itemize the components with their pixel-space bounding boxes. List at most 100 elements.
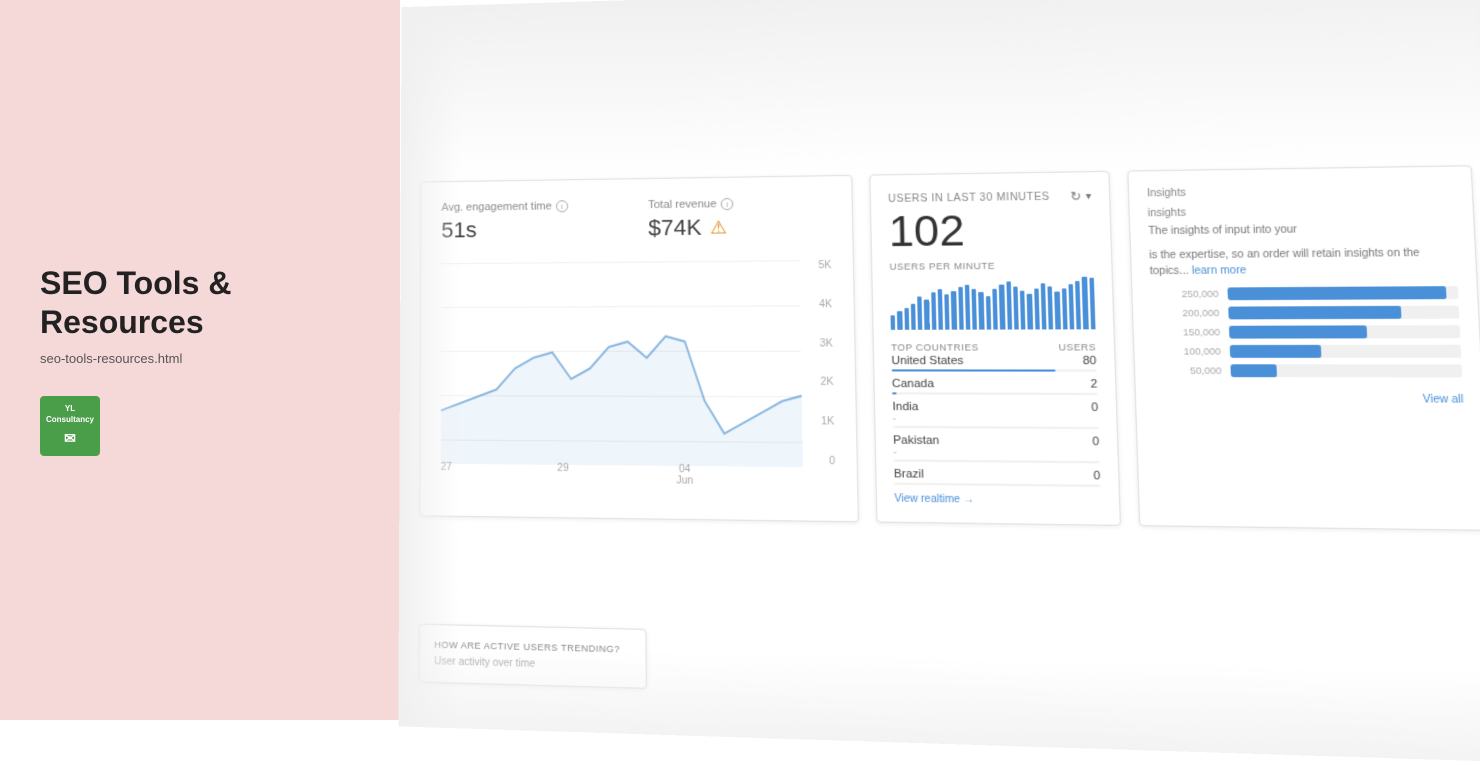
view-realtime-link[interactable]: View realtime →: [894, 493, 1101, 507]
bar-item: [979, 292, 985, 329]
bar-item: [958, 286, 964, 329]
horiz-bar-row: 250,000: [1150, 286, 1458, 301]
info-icon: i: [556, 200, 568, 212]
country-name: Pakistan: [893, 434, 939, 447]
metric-revenue: Total revenue i $74K ⚠: [648, 197, 831, 242]
horiz-bar-label: 100,000: [1152, 346, 1221, 357]
users-header-label: USERS IN LAST 30 MINUTES: [888, 191, 1050, 205]
metric-engagement: Avg. engagement time i 51s: [441, 200, 617, 244]
insights-text1: The insights of input into your: [1148, 220, 1455, 239]
country-users: 0: [1092, 435, 1099, 448]
users-count: 102: [888, 208, 1093, 254]
bar-item: [1089, 278, 1095, 329]
country-name: Canada: [892, 378, 934, 391]
country-sub: -: [893, 413, 1099, 425]
chart-svg-area: [441, 260, 803, 467]
country-users: 0: [1091, 401, 1098, 414]
logo-card: YL Consultancy ✉: [40, 396, 100, 456]
bar-item: [891, 315, 896, 330]
country-row: Pakistan 0 -: [893, 434, 1100, 463]
bar-item: [904, 308, 909, 330]
view-all-link[interactable]: View all: [1422, 394, 1463, 406]
horiz-bar-row: 150,000: [1152, 325, 1461, 339]
line-chart: 5K 4K 3K 2K 1K 0: [441, 260, 836, 488]
country-name: India: [892, 401, 918, 414]
bar-item: [986, 296, 992, 330]
bar-item: [911, 304, 916, 330]
bar-item: [1013, 286, 1019, 329]
analytics-grid: Avg. engagement time i 51s Total revenue…: [419, 164, 1480, 533]
warning-icon: ⚠: [710, 217, 727, 238]
country-row: Canada 2: [892, 378, 1098, 395]
horiz-bar-label: 50,000: [1153, 365, 1222, 376]
bar-item: [972, 289, 978, 330]
logo-text: YL Consultancy: [40, 404, 100, 425]
panel-metrics: Avg. engagement time i 51s Total revenue…: [441, 197, 831, 244]
bar-item: [992, 289, 998, 330]
page-title: SEO Tools & Resources: [40, 264, 360, 341]
page-url: seo-tools-resources.html: [40, 351, 360, 366]
bar-item: [897, 311, 902, 330]
bar-item: [1062, 288, 1068, 329]
y-axis: 5K 4K 3K 2K 1K 0: [818, 260, 835, 467]
x-axis: 27 29 04 Jun: [441, 462, 804, 488]
horiz-bar-track: [1230, 364, 1462, 377]
metric-revenue-value: $74K ⚠: [648, 213, 831, 241]
horiz-bar-track: [1227, 286, 1458, 300]
users-bar-chart: [890, 277, 1096, 330]
bar-item: [1041, 283, 1047, 329]
bar-item: [1020, 291, 1026, 330]
horiz-bar-track: [1228, 306, 1459, 320]
countries-list: United States 80 Canada 2 India 0 - Paki…: [891, 355, 1100, 487]
country-users: 80: [1083, 355, 1097, 368]
bar-item: [924, 300, 929, 330]
bar-item: [1034, 288, 1040, 329]
insights-panel: Insights insights The insights of input …: [1127, 165, 1480, 531]
users-per-minute-label: USERS PER MINUTE: [889, 260, 1093, 272]
refresh-icon[interactable]: ↻: [1070, 189, 1082, 204]
horiz-bar-row: 50,000: [1153, 364, 1462, 377]
bar-item: [938, 289, 944, 330]
country-users: 0: [1093, 470, 1100, 483]
country-row: Brazil 0: [894, 468, 1101, 487]
horiz-bar-track: [1230, 345, 1462, 358]
bar-item: [999, 285, 1005, 330]
logo-icon: ✉: [64, 429, 76, 447]
country-sub: -: [893, 447, 1099, 459]
bar-item: [1082, 277, 1088, 330]
analytics-panel: Avg. engagement time i 51s Total revenue…: [398, 0, 1480, 765]
horiz-bar-label: 250,000: [1150, 289, 1218, 300]
horiz-bar-label: 150,000: [1152, 327, 1221, 338]
horiz-bar-fill: [1230, 364, 1276, 377]
top-countries-header: TOP COUNTRIES USERS: [891, 342, 1096, 353]
horiz-bar-chart: 250,000 200,000 150,000 100,000 50,000: [1150, 286, 1462, 377]
horiz-bar-row: 200,000: [1151, 306, 1459, 320]
metric-revenue-label: Total revenue i: [648, 197, 830, 212]
bar-item: [1068, 284, 1074, 329]
horiz-bar-fill: [1228, 306, 1401, 320]
horiz-bar-fill: [1227, 286, 1446, 300]
horiz-bar-fill: [1230, 345, 1322, 358]
country-users: 2: [1090, 378, 1097, 391]
insights-link[interactable]: learn more: [1192, 265, 1247, 277]
bar-item: [1048, 286, 1054, 330]
bar-item: [965, 285, 971, 330]
insights-title: Insights: [1147, 184, 1453, 200]
users-panel-header: USERS IN LAST 30 MINUTES ↻ ▾: [888, 189, 1092, 206]
users-panel: USERS IN LAST 30 MINUTES ↻ ▾ 102 USERS P…: [869, 171, 1121, 526]
country-name: Brazil: [894, 468, 924, 481]
horiz-bar-track: [1229, 325, 1460, 338]
dropdown-icon[interactable]: ▾: [1086, 190, 1092, 202]
chart-panel: Avg. engagement time i 51s Total revenue…: [419, 175, 859, 522]
horiz-bar-row: 100,000: [1152, 345, 1461, 358]
insights-subtitle: insights: [1148, 204, 1455, 219]
info-icon-2: i: [721, 198, 734, 210]
header-controls: ↻ ▾: [1070, 189, 1092, 204]
country-row: United States 80: [891, 355, 1097, 372]
bar-item: [1075, 281, 1081, 330]
country-name: United States: [891, 355, 963, 368]
bar-item: [1027, 294, 1033, 330]
horiz-bar-label: 200,000: [1151, 308, 1219, 319]
bar-item: [1006, 281, 1012, 330]
bar-item: [931, 293, 937, 330]
